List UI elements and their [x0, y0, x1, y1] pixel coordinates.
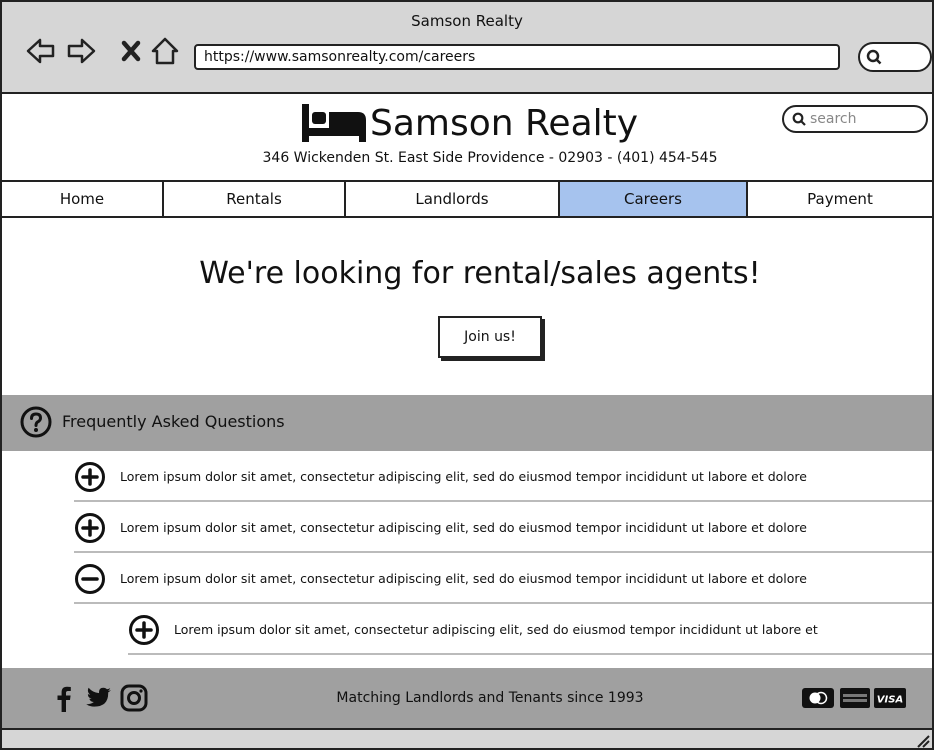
tab-landlords[interactable]: Landlords — [346, 182, 560, 216]
faq-title: Frequently Asked Questions — [62, 412, 285, 431]
faq-question: Lorem ipsum dolor sit amet, consectetur … — [120, 571, 807, 586]
bed-icon — [302, 104, 366, 142]
footer-tagline: Matching Landlords and Tenants since 199… — [336, 690, 644, 706]
browser-window: Samson Realty https://www.samsonrealty.c… — [0, 0, 934, 750]
site-header: Samson Realty 346 Wickenden St. East Sid… — [2, 94, 932, 180]
home-icon[interactable] — [150, 36, 180, 66]
browser-chrome: Samson Realty https://www.samsonrealty.c… — [2, 2, 932, 94]
faq-item[interactable]: Lorem ipsum dolor sit amet, consectetur … — [74, 452, 932, 502]
tab-rentals[interactable]: Rentals — [164, 182, 346, 216]
mastercard-icon — [802, 688, 834, 708]
main-nav: Home Rentals Landlords Careers Payment — [2, 180, 932, 218]
search-icon — [866, 49, 882, 65]
plus-circle-icon[interactable] — [128, 614, 160, 646]
close-x-icon[interactable] — [116, 36, 146, 66]
forward-arrow-icon[interactable] — [66, 36, 96, 66]
resize-handle-icon[interactable] — [914, 732, 930, 748]
site-footer: Matching Landlords and Tenants since 199… — [2, 668, 932, 728]
site-logo[interactable]: Samson Realty — [302, 102, 682, 146]
faq-question: Lorem ipsum dolor sit amet, consectetur … — [120, 469, 807, 484]
faq-sub-item[interactable]: Lorem ipsum dolor sit amet, consectetur … — [128, 605, 932, 655]
plus-circle-icon[interactable] — [74, 512, 106, 544]
tab-careers[interactable]: Careers — [560, 182, 748, 216]
visa-label: VISA — [877, 695, 903, 706]
faq-item[interactable]: Lorem ipsum dolor sit amet, consectetur … — [74, 503, 932, 553]
browser-search-box[interactable] — [858, 42, 932, 72]
site-search-box[interactable] — [782, 105, 928, 133]
question-circle-icon — [20, 406, 52, 438]
plus-circle-icon[interactable] — [74, 461, 106, 493]
faq-item-expanded[interactable]: Lorem ipsum dolor sit amet, consectetur … — [74, 554, 932, 604]
minus-circle-icon[interactable] — [74, 563, 106, 595]
search-icon — [792, 112, 806, 126]
tab-payment[interactable]: Payment — [748, 182, 932, 216]
visa-icon: VISA — [874, 688, 906, 708]
browser-status-bar — [2, 728, 932, 748]
brand-name: Samson Realty — [370, 103, 639, 144]
window-title: Samson Realty — [411, 12, 523, 30]
tab-home[interactable]: Home — [2, 182, 164, 216]
join-us-button[interactable]: Join us! — [438, 316, 542, 358]
hero-title: We're looking for rental/sales agents! — [199, 256, 761, 291]
faq-question: Lorem ipsum dolor sit amet, consectetur … — [120, 520, 807, 535]
amex-icon — [840, 688, 870, 708]
faq-header: Frequently Asked Questions — [2, 395, 932, 451]
address-line: 346 Wickenden St. East Side Providence -… — [262, 150, 718, 166]
site-search-input[interactable] — [810, 109, 920, 129]
url-bar[interactable]: https://www.samsonrealty.com/careers — [194, 44, 840, 70]
back-arrow-icon[interactable] — [26, 36, 56, 66]
faq-question: Lorem ipsum dolor sit amet, consectetur … — [174, 622, 818, 637]
